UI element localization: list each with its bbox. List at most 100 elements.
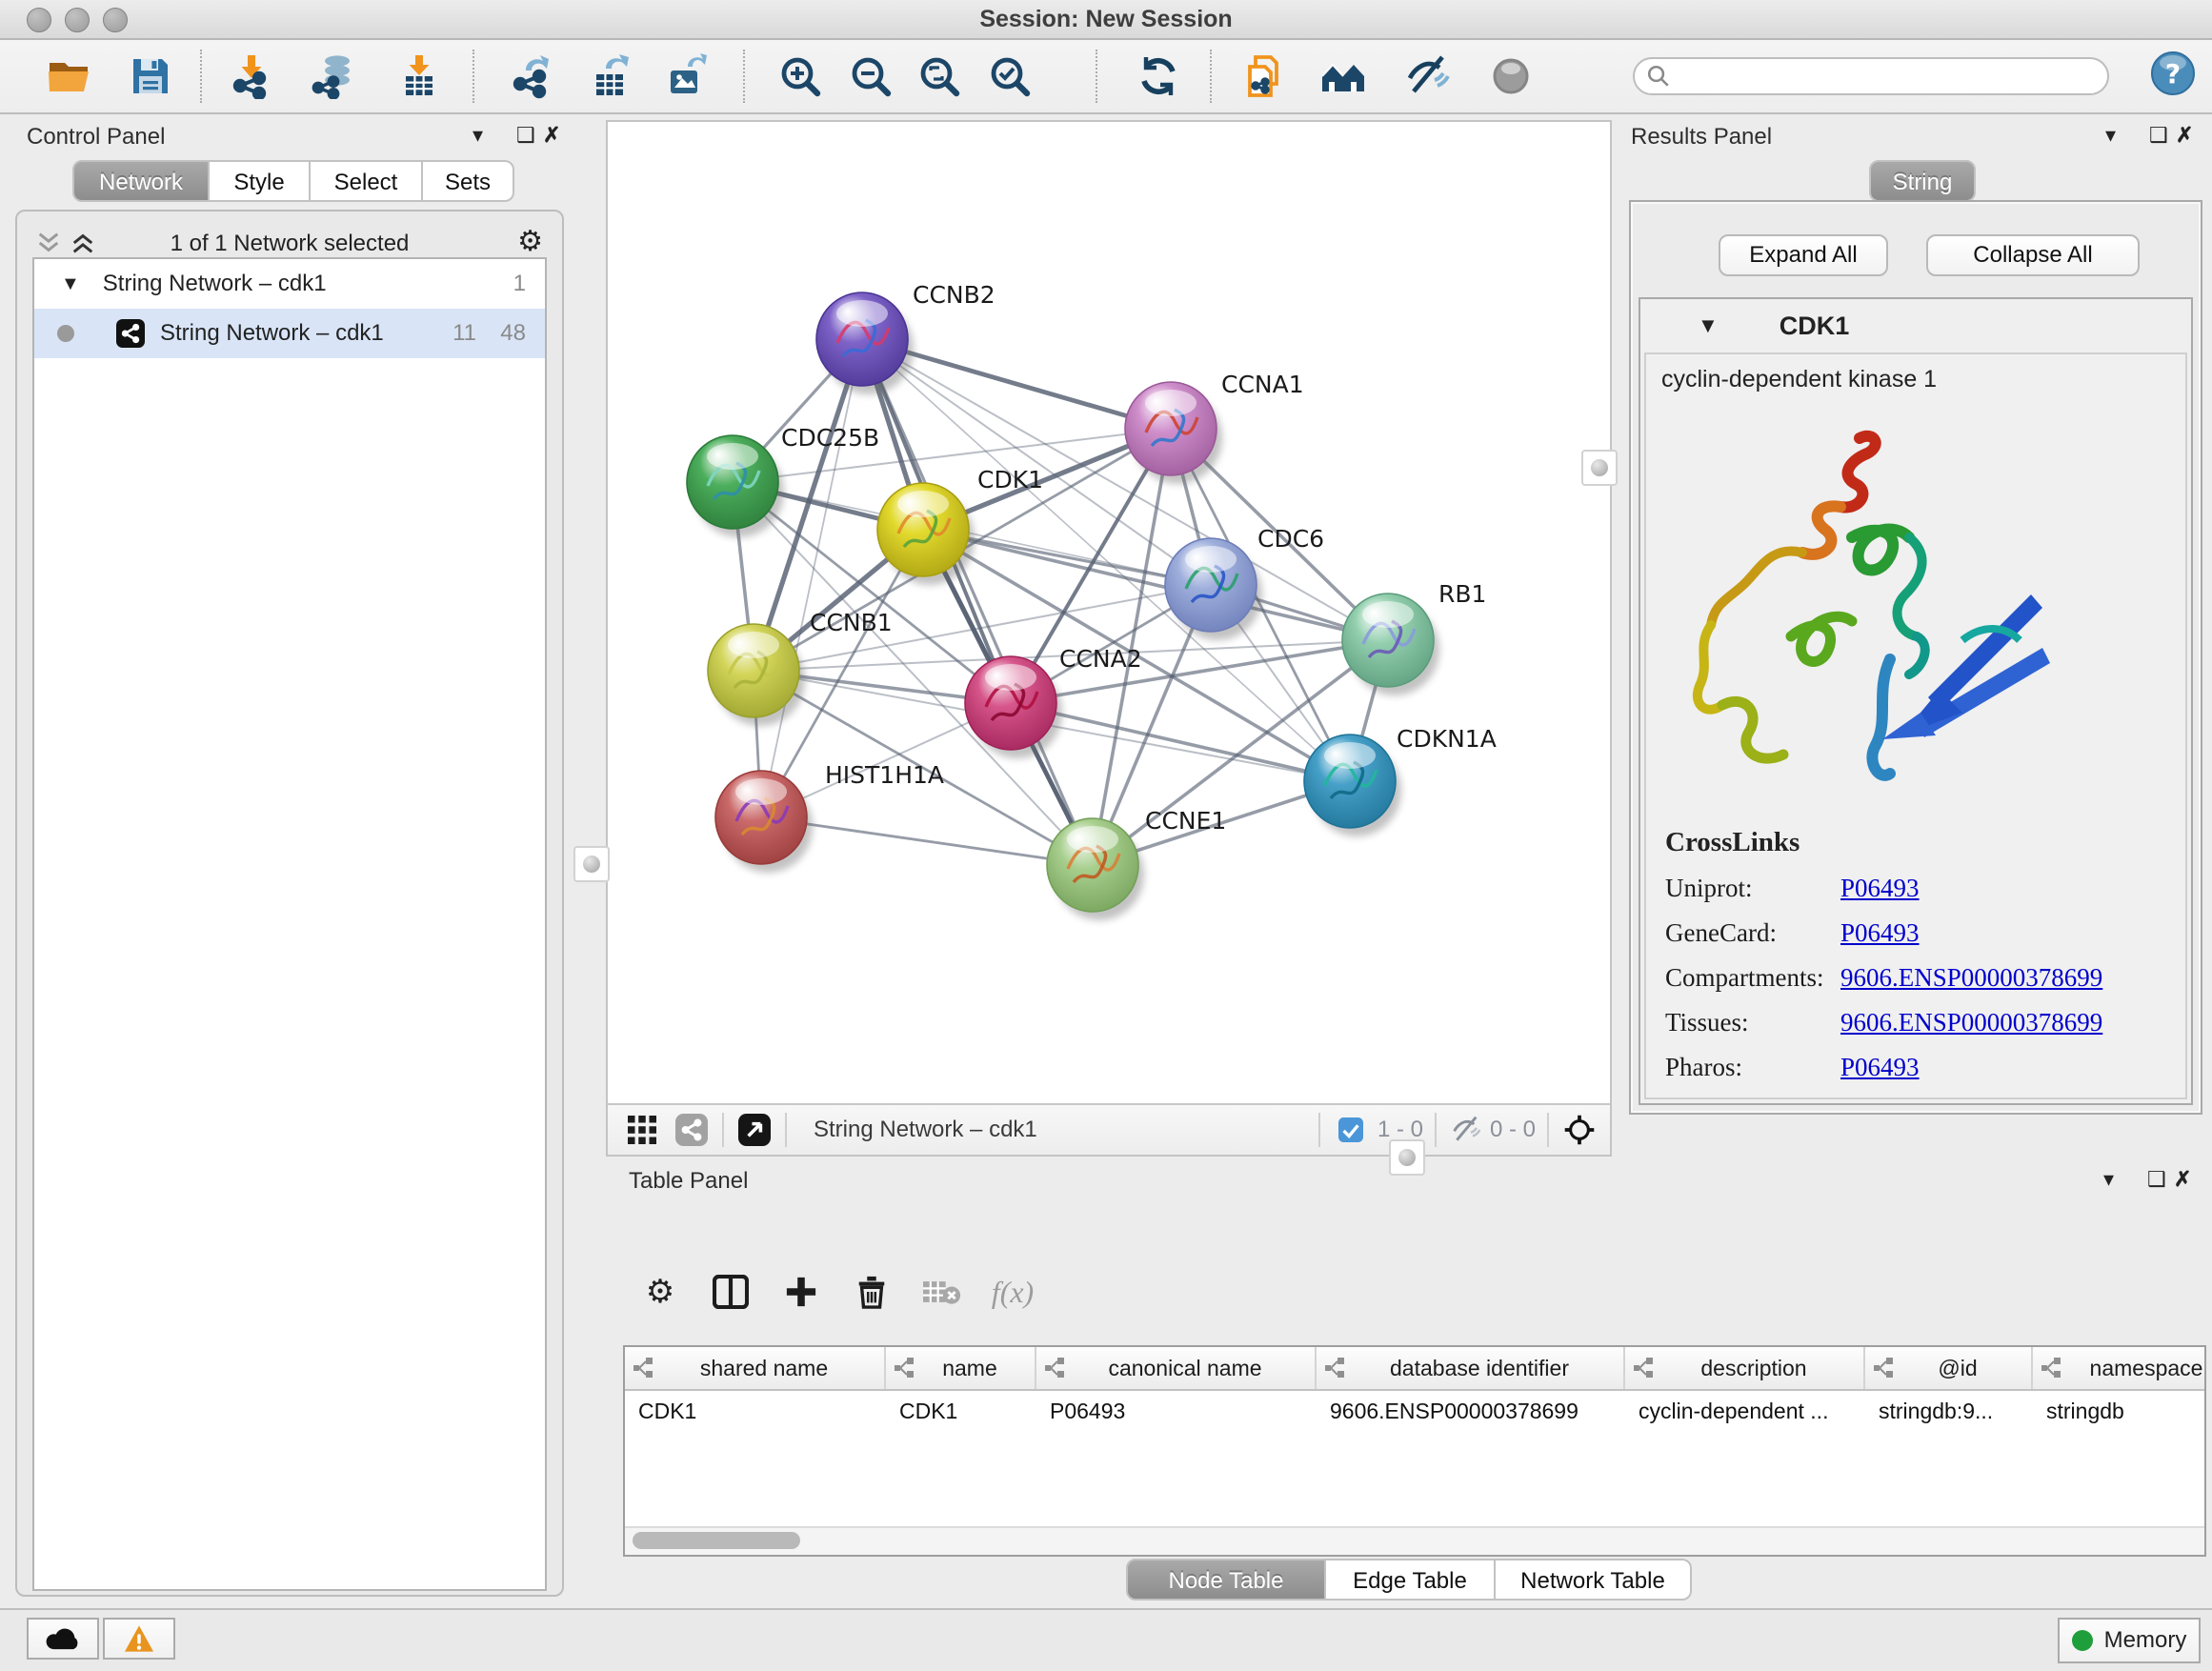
clone-network-button[interactable] [1238, 51, 1288, 101]
network-node-RB1[interactable]: RB1 [1342, 580, 1486, 687]
function-builder-icon[interactable]: f(x) [977, 1263, 1048, 1320]
collapse-all-button[interactable]: Collapse All [1926, 234, 2140, 276]
gene-description: cyclin-dependent kinase 1 [1661, 366, 1937, 393]
delete-table-icon[interactable] [907, 1263, 977, 1320]
cell-canonical-name[interactable]: P06493 [1036, 1399, 1317, 1424]
edge-count: 48 [500, 320, 526, 347]
float-panel-icon[interactable]: ❑ [2149, 124, 2168, 147]
close-panel-icon[interactable]: ✗ [2174, 1168, 2191, 1191]
float-panel-icon[interactable]: ❑ [516, 124, 535, 147]
cloud-button[interactable] [27, 1618, 99, 1660]
network-node-HIST1H1A[interactable]: HIST1H1A [715, 761, 944, 864]
crosslink-link[interactable]: 9606.ENSP00000378699 [1840, 1008, 2102, 1037]
gear-icon[interactable]: ⚙ [517, 225, 543, 258]
scrollbar-thumb[interactable] [633, 1532, 800, 1549]
right-splitter-handle[interactable] [1581, 450, 1618, 486]
tab-select[interactable]: Select [311, 160, 423, 202]
refresh-button[interactable] [1134, 51, 1183, 101]
houses-button[interactable] [1318, 51, 1368, 101]
float-panel-icon[interactable]: ❑ [2147, 1168, 2166, 1191]
table-horizontal-scrollbar[interactable] [625, 1526, 2204, 1555]
zoom-fit-button[interactable] [915, 51, 964, 101]
tab-string[interactable]: String [1869, 160, 1976, 202]
create-column-plus-icon[interactable] [766, 1263, 836, 1320]
zoom-out-button[interactable] [846, 51, 895, 101]
panel-menu-icon[interactable]: ▾ [2103, 1168, 2114, 1191]
memory-button[interactable]: Memory [2058, 1618, 2201, 1663]
delete-column-trash-icon[interactable] [836, 1263, 907, 1320]
crosslink-link[interactable]: P06493 [1840, 874, 1920, 903]
cell-shared-name[interactable]: CDK1 [625, 1399, 886, 1424]
column-header-canonical-name[interactable]: canonical name [1036, 1347, 1317, 1389]
network-canvas[interactable]: CCNB2CCNA1CDC25BCDK1CDC6RB1CCNB1CCNA2CDK… [608, 122, 1610, 1107]
export-network-button[interactable] [507, 51, 556, 101]
import-table-from-file-button[interactable] [394, 51, 444, 101]
selected-checkbox-icon[interactable] [1332, 1111, 1370, 1149]
export-table-button[interactable] [587, 51, 636, 101]
collapse-section-icon[interactable]: ▼ [1698, 313, 1719, 338]
show-columns-icon[interactable] [695, 1263, 766, 1320]
column-header-description[interactable]: description [1625, 1347, 1865, 1389]
tab-style[interactable]: Style [210, 160, 311, 202]
close-panel-icon[interactable]: ✗ [543, 124, 560, 147]
help-button[interactable]: ? [2147, 48, 2199, 99]
import-database-icon [311, 53, 356, 99]
tab-node-table[interactable]: Node Table [1126, 1559, 1326, 1601]
column-header-database-identifier[interactable]: database identifier [1317, 1347, 1625, 1389]
detach-view-icon[interactable] [735, 1111, 774, 1149]
cell-database-identifier[interactable]: 9606.ENSP00000378699 [1317, 1399, 1625, 1424]
crosslink-row: Compartments:9606.ENSP00000378699 [1665, 963, 2178, 993]
crosslink-link[interactable]: P06493 [1840, 1053, 1920, 1082]
tab-edge-table[interactable]: Edge Table [1326, 1559, 1496, 1601]
hide-unhide-button[interactable] [1404, 51, 1454, 101]
left-splitter-handle[interactable] [573, 846, 610, 882]
import-network-from-file-button[interactable] [227, 51, 276, 101]
show-eye-button[interactable] [1486, 51, 1536, 101]
table-row[interactable]: CDK1CDK1P064939606.ENSP00000378699cyclin… [625, 1391, 2204, 1431]
zoom-selected-button[interactable] [985, 51, 1035, 101]
table-panel: Table Panel ▾ ❑ ✗ ⚙ f(x) shared namename… [606, 1157, 2212, 1608]
expand-all-button[interactable]: Expand All [1719, 234, 1888, 276]
table-settings-gear-icon[interactable]: ⚙ [625, 1263, 695, 1320]
network-collection-row[interactable]: ▼ String Network – cdk1 1 [34, 259, 545, 309]
column-header-name[interactable]: name [886, 1347, 1036, 1389]
toolbar-separator [1210, 50, 1212, 103]
tab-sets[interactable]: Sets [423, 160, 514, 202]
network-node-CDKN1A[interactable]: CDKN1A [1304, 725, 1497, 828]
edge-CCNB2-HIST1H1A[interactable] [761, 339, 862, 817]
node-label-CDK1: CDK1 [977, 466, 1043, 493]
open-session-button[interactable] [44, 51, 93, 101]
network-row[interactable]: String Network – cdk1 11 48 [34, 309, 545, 358]
zoom-in-button[interactable] [775, 51, 825, 101]
panel-menu-icon[interactable]: ▾ [2105, 124, 2116, 147]
search-input[interactable] [1671, 62, 2096, 91]
grid-view-icon[interactable] [623, 1111, 661, 1149]
cell-description[interactable]: cyclin-dependent ... [1625, 1399, 1865, 1424]
gene-section-header[interactable]: ▼ CDK1 [1640, 303, 2191, 349]
network-node-CDC6[interactable]: CDC6 [1165, 525, 1324, 632]
column-header-namespace[interactable]: namespace [2033, 1347, 2206, 1389]
panel-menu-icon[interactable]: ▾ [473, 124, 483, 147]
export-image-button[interactable] [663, 51, 713, 101]
tab-network[interactable]: Network [72, 160, 210, 202]
birds-eye-view-icon[interactable] [1560, 1111, 1599, 1149]
network-view-icon[interactable] [673, 1111, 711, 1149]
cell-@id[interactable]: stringdb:9... [1865, 1399, 2033, 1424]
network-icon [116, 319, 145, 348]
cell-namespace[interactable]: stringdb [2033, 1399, 2206, 1424]
crosslink-link[interactable]: P06493 [1840, 918, 1920, 948]
collection-expander-icon[interactable]: ▼ [61, 273, 80, 295]
save-session-button[interactable] [126, 51, 175, 101]
warnings-button[interactable] [103, 1618, 175, 1660]
tab-network-table[interactable]: Network Table [1496, 1559, 1692, 1601]
bottom-splitter-handle[interactable] [1389, 1139, 1425, 1176]
hidden-eye-slash-icon[interactable] [1448, 1111, 1486, 1149]
column-header-shared-name[interactable]: shared name [625, 1347, 886, 1389]
column-header-@id[interactable]: @id [1865, 1347, 2033, 1389]
close-panel-icon[interactable]: ✗ [2176, 124, 2193, 147]
search-field[interactable] [1633, 57, 2109, 95]
gene-list-box: ▼ CDK1 cyclin-dependent kinase 1 [1639, 297, 2193, 1105]
cell-name[interactable]: CDK1 [886, 1399, 1036, 1424]
import-network-from-database-button[interactable] [309, 51, 358, 101]
crosslink-link[interactable]: 9606.ENSP00000378699 [1840, 963, 2102, 993]
